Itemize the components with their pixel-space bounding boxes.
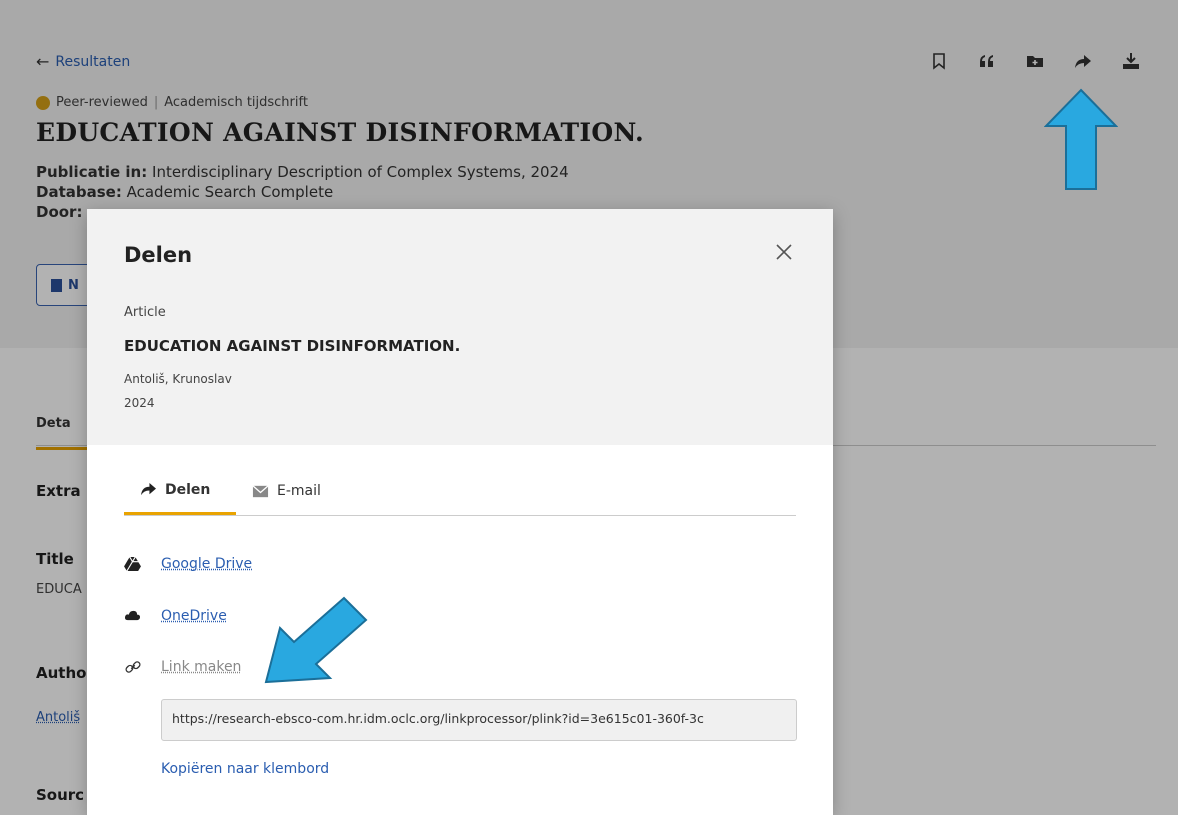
annotation-arrow-up-icon <box>1044 88 1118 190</box>
doc-title: EDUCATION AGAINST DISINFORMATION. <box>124 337 461 355</box>
tab-email-label: E-mail <box>277 483 321 499</box>
dialog-title: Delen <box>124 243 193 267</box>
annotation-arrow-down-left-icon <box>264 596 368 684</box>
copy-to-clipboard-link[interactable]: Kopiëren naar klembord <box>161 761 329 777</box>
doc-year: 2024 <box>124 396 155 410</box>
cloud-icon <box>124 607 141 624</box>
permalink-field[interactable]: https://research-ebsco-com.hr.idm.oclc.o… <box>161 699 797 741</box>
close-icon[interactable] <box>771 239 797 265</box>
dialog-tabs-divider <box>124 515 796 516</box>
share-option-google-drive[interactable]: Google Drive <box>124 555 252 572</box>
envelope-icon <box>252 484 269 497</box>
doc-type: Article <box>124 305 166 320</box>
tab-share[interactable]: Delen <box>124 467 236 515</box>
onedrive-link[interactable]: OneDrive <box>161 608 227 624</box>
dialog-header: Delen Article EDUCATION AGAINST DISINFOR… <box>87 209 833 445</box>
share-option-onedrive[interactable]: OneDrive <box>124 607 227 624</box>
tab-email[interactable]: E-mail <box>236 467 341 515</box>
google-drive-icon <box>124 555 141 572</box>
create-link-button[interactable]: Link maken <box>161 659 241 675</box>
share-dialog: Delen Article EDUCATION AGAINST DISINFOR… <box>87 209 833 815</box>
tab-share-label: Delen <box>165 481 211 498</box>
share-icon <box>141 482 156 496</box>
share-option-create-link[interactable]: Link maken <box>124 658 241 675</box>
doc-author: Antoliš, Krunoslav <box>124 372 232 386</box>
link-icon <box>124 658 141 675</box>
dialog-tabs: Delen E-mail <box>124 467 341 515</box>
google-drive-link[interactable]: Google Drive <box>161 556 252 572</box>
